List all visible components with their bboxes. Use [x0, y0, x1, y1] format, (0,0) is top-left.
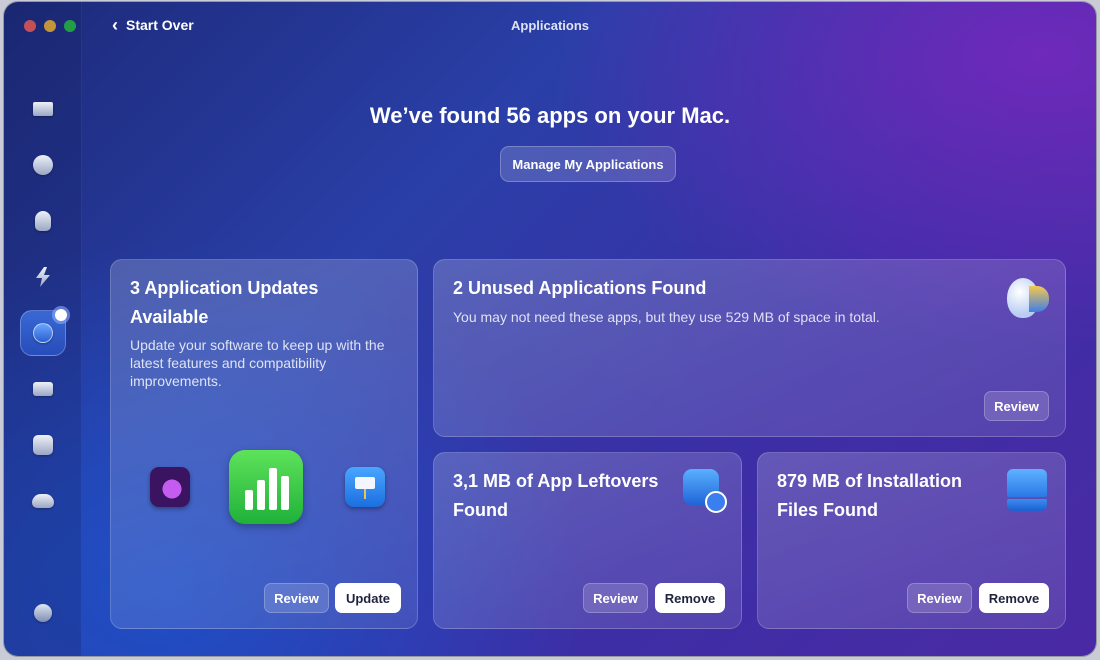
cloud-icon [32, 494, 54, 508]
manage-applications-button[interactable]: Manage My Applications [500, 146, 676, 182]
updates-card: 3 Application Updates Available Update y… [110, 259, 418, 629]
unused-apps-icon [1007, 278, 1049, 320]
sidebar-item-performance[interactable] [20, 254, 66, 300]
bolt-icon [36, 267, 50, 287]
sidebar-item-protection[interactable] [20, 198, 66, 244]
leftovers-remove-button[interactable]: Remove [655, 583, 725, 613]
account-button[interactable] [20, 590, 66, 636]
installation-files-card: 879 MB of Installation Files Found Revie… [757, 452, 1066, 629]
app-window: ‹ Start Over Applications We’ve found 56… [4, 2, 1096, 656]
window-title: Applications [510, 18, 589, 33]
globe-icon [33, 155, 53, 175]
folder-icon [33, 382, 53, 396]
active-indicator [55, 309, 67, 321]
unused-apps-card: 2 Unused Applications Found You may not … [433, 259, 1066, 437]
unused-review-button[interactable]: Review [984, 391, 1049, 421]
updates-review-button[interactable]: Review [264, 583, 329, 613]
leftovers-card: 3,1 MB of App Leftovers Found Review Rem… [433, 452, 742, 629]
unused-title: 2 Unused Applications Found [453, 278, 707, 298]
sidebar-item-applications[interactable] [20, 309, 67, 356]
updates-description: Update your software to keep up with the… [130, 337, 385, 389]
lens-icon [33, 435, 53, 455]
avatar-icon [34, 604, 52, 622]
installation-title: 879 MB of Installation Files Found [777, 471, 963, 520]
leftovers-icon [683, 469, 727, 513]
sidebar-item-cleanup[interactable] [20, 142, 66, 188]
page-title: We’ve found 56 apps on your Mac. [369, 103, 731, 128]
unused-description: You may not need these apps, but they us… [453, 309, 880, 325]
installation-remove-button[interactable]: Remove [979, 583, 1049, 613]
sidebar [4, 2, 82, 656]
keynote-app-icon [345, 467, 385, 507]
sidebar-item-cloud[interactable] [20, 478, 66, 524]
leftovers-review-button[interactable]: Review [583, 583, 648, 613]
sidebar-item-my-clutter[interactable] [20, 366, 66, 412]
numbers-app-icon [229, 450, 303, 524]
updates-title: 3 Application Updates Available [130, 278, 319, 327]
sidebar-item-space-lens[interactable] [20, 422, 66, 468]
update-button[interactable]: Update [335, 583, 401, 613]
app-store-icon [33, 323, 53, 343]
installation-review-button[interactable]: Review [907, 583, 972, 613]
leftovers-title: 3,1 MB of App Leftovers Found [453, 471, 659, 520]
hand-icon [35, 211, 51, 231]
disk-icon [1007, 469, 1047, 511]
purple-app-icon [150, 467, 190, 507]
